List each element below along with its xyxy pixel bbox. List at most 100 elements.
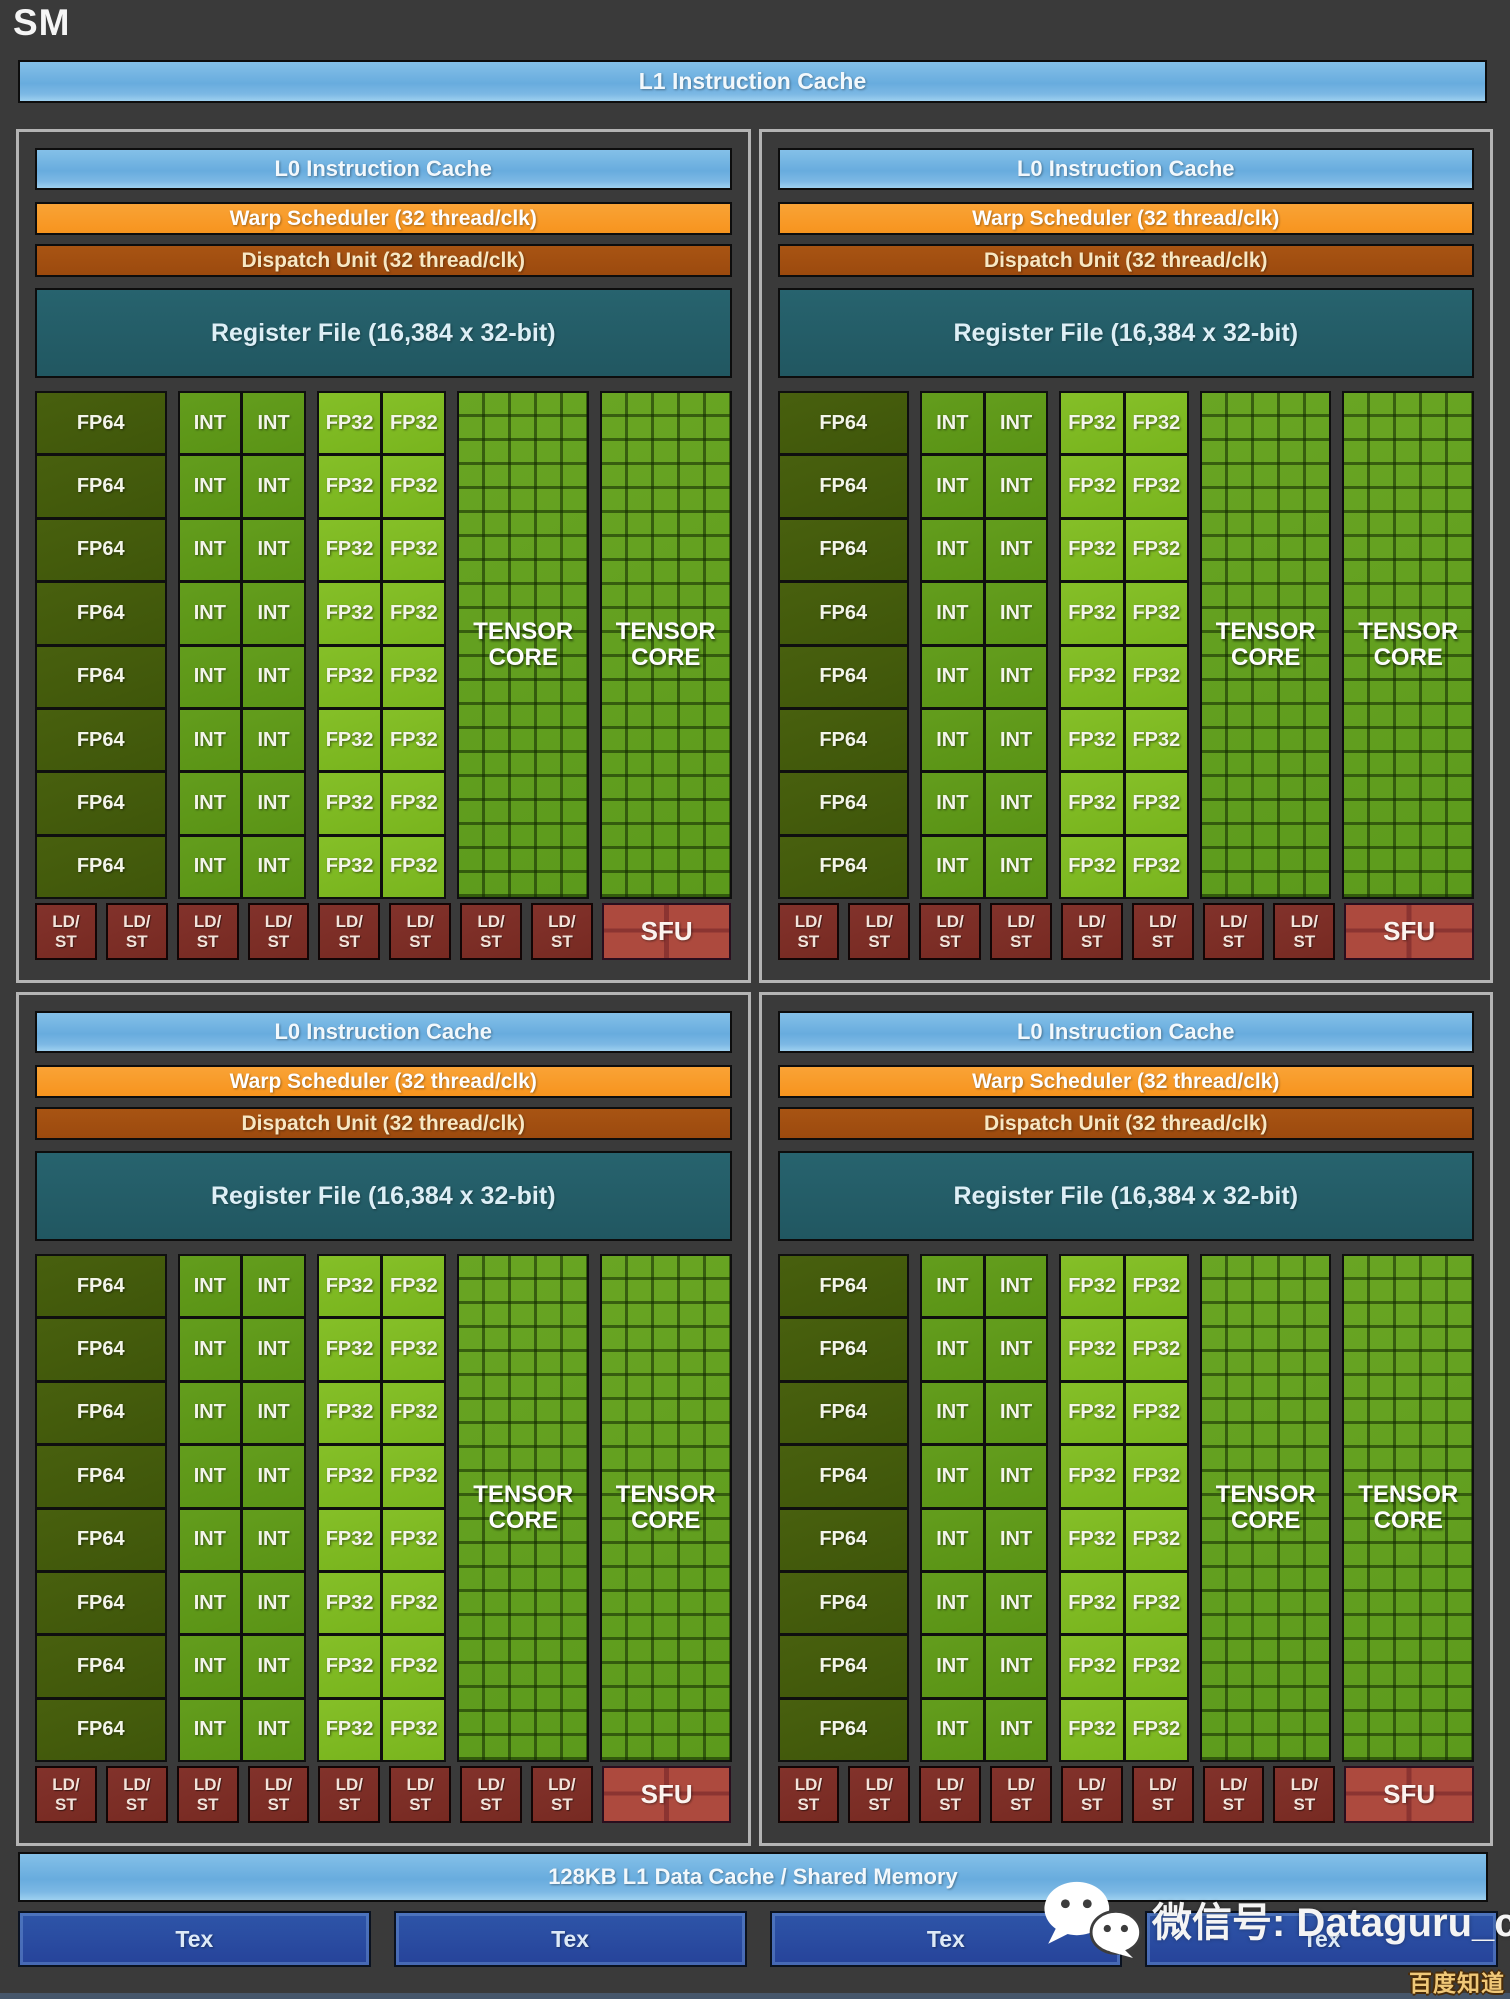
tensor-core-label: TENSOR xyxy=(616,619,716,645)
ldst-label: ST xyxy=(1223,1795,1245,1815)
fp32-core: FP32 xyxy=(1126,1383,1187,1443)
ldst-unit: LD/ ST xyxy=(848,903,910,960)
int-core: INT xyxy=(243,1700,304,1760)
fp32-core: FP32 xyxy=(319,773,380,833)
ldst-unit: LD/ ST xyxy=(106,903,168,960)
int-columns: INT INT INT INT INT INT INT INT INT INT … xyxy=(178,391,306,899)
fp32-core: FP32 xyxy=(1126,1573,1187,1633)
fp32-core: FP32 xyxy=(1061,1700,1122,1760)
tensor-core: TENSOR CORE xyxy=(600,1254,732,1762)
int-core: INT xyxy=(922,1446,983,1506)
ldst-unit: LD/ ST xyxy=(1061,1766,1123,1823)
ldst-label: ST xyxy=(197,932,219,952)
fp32-core: FP32 xyxy=(1126,393,1187,453)
fp32-core: FP32 xyxy=(1126,1319,1187,1379)
bottom-edge-strip xyxy=(0,1993,1510,1999)
int-core: INT xyxy=(243,520,304,580)
fp32-core: FP32 xyxy=(1061,1636,1122,1696)
ldst-label: ST xyxy=(338,932,360,952)
tensor-core: TENSOR CORE xyxy=(1200,391,1332,899)
int-core: INT xyxy=(922,773,983,833)
fp64-core: FP64 xyxy=(780,1383,908,1443)
ldst-label: LD/ xyxy=(477,1775,504,1795)
int-core: INT xyxy=(180,837,241,897)
ldst-label: LD/ xyxy=(1078,1775,1105,1795)
int-core: INT xyxy=(243,1573,304,1633)
ldst-label: LD/ xyxy=(52,1775,79,1795)
ldst-label: ST xyxy=(551,1795,573,1815)
ldst-label: ST xyxy=(480,932,502,952)
ldst-unit: LD/ ST xyxy=(389,903,451,960)
tex-unit: Tex xyxy=(394,1911,747,1967)
tensor-core: TENSOR CORE xyxy=(1342,1254,1474,1762)
ldst-label: LD/ xyxy=(1007,912,1034,932)
int-core: INT xyxy=(180,647,241,707)
fp32-core: FP32 xyxy=(319,520,380,580)
int-core: INT xyxy=(922,1256,983,1316)
fp64-core: FP64 xyxy=(780,710,908,770)
ldst-unit: LD/ ST xyxy=(1273,903,1335,960)
int-core: INT xyxy=(180,1636,241,1696)
ldst-label: ST xyxy=(1010,1795,1032,1815)
wechat-id-text: 微信号: Dataguru_cn xyxy=(1152,1890,1510,1948)
int-core: INT xyxy=(986,1510,1047,1570)
int-core: INT xyxy=(243,456,304,516)
fp64-core: FP64 xyxy=(37,1383,165,1443)
tensor-core-label: TENSOR xyxy=(1216,1482,1316,1508)
register-file: Register File (16,384 x 32-bit) xyxy=(778,288,1475,378)
tex-label: Tex xyxy=(927,1926,965,1953)
wechat-icon xyxy=(1040,1879,1146,1959)
ldst-label: ST xyxy=(1294,932,1316,952)
int-core: INT xyxy=(986,773,1047,833)
dispatch-unit: Dispatch Unit (32 thread/clk) xyxy=(778,244,1475,277)
ldst-unit: LD/ ST xyxy=(177,903,239,960)
fp64-core: FP64 xyxy=(37,1636,165,1696)
int-core: INT xyxy=(243,1446,304,1506)
ldst-label: LD/ xyxy=(123,1775,150,1795)
fp32-core: FP32 xyxy=(383,837,444,897)
int-core: INT xyxy=(922,1319,983,1379)
int-core: INT xyxy=(986,393,1047,453)
fp64-core: FP64 xyxy=(780,773,908,833)
ldst-label: ST xyxy=(126,932,148,952)
fp32-core: FP32 xyxy=(1061,1446,1122,1506)
fp64-core: FP64 xyxy=(780,456,908,516)
int-core: INT xyxy=(180,456,241,516)
sm-partition: L0 Instruction Cache Warp Scheduler (32 … xyxy=(759,129,1494,983)
fp32-core: FP32 xyxy=(1061,583,1122,643)
fp64-core: FP64 xyxy=(780,647,908,707)
ldst-label: ST xyxy=(126,1795,148,1815)
fp32-core: FP32 xyxy=(1126,773,1187,833)
ldst-label: LD/ xyxy=(477,912,504,932)
int-core: INT xyxy=(180,1700,241,1760)
fp32-core: FP32 xyxy=(383,1700,444,1760)
dispatch-unit: Dispatch Unit (32 thread/clk) xyxy=(35,244,732,277)
sfu-unit: SFU xyxy=(1344,1766,1474,1823)
int-core: INT xyxy=(922,1510,983,1570)
ldst-label: LD/ xyxy=(1007,1775,1034,1795)
ldst-unit: LD/ ST xyxy=(177,1766,239,1823)
ldst-label: ST xyxy=(1081,932,1103,952)
core-grid: FP64 FP64 FP64 FP64 FP64 FP64 FP64 FP64 … xyxy=(35,1254,732,1762)
ldst-label: LD/ xyxy=(548,1775,575,1795)
fp32-core: FP32 xyxy=(1061,1573,1122,1633)
int-core: INT xyxy=(922,1636,983,1696)
tensor-core-label: CORE xyxy=(1231,645,1300,671)
tensor-core: TENSOR CORE xyxy=(600,391,732,899)
ldst-label: LD/ xyxy=(548,912,575,932)
fp32-columns: FP32 FP32 FP32 FP32 FP32 FP32 FP32 FP32 … xyxy=(1059,1254,1188,1762)
ldst-unit: LD/ ST xyxy=(778,1766,840,1823)
ldst-unit: LD/ ST xyxy=(460,1766,522,1823)
fp32-core: FP32 xyxy=(1061,1256,1122,1316)
ldst-unit: LD/ ST xyxy=(35,1766,97,1823)
tensor-core-label: TENSOR xyxy=(1358,619,1458,645)
register-file: Register File (16,384 x 32-bit) xyxy=(778,1151,1475,1241)
int-core: INT xyxy=(180,1319,241,1379)
page-title: SM xyxy=(13,2,71,44)
fp32-core: FP32 xyxy=(1061,773,1122,833)
fp32-core: FP32 xyxy=(383,520,444,580)
int-core: INT xyxy=(986,1700,1047,1760)
int-core: INT xyxy=(922,710,983,770)
ldst-sfu-row: LD/ ST LD/ ST LD/ ST LD/ ST LD/ ST LD/ S… xyxy=(778,1766,1475,1823)
fp32-core: FP32 xyxy=(1126,710,1187,770)
